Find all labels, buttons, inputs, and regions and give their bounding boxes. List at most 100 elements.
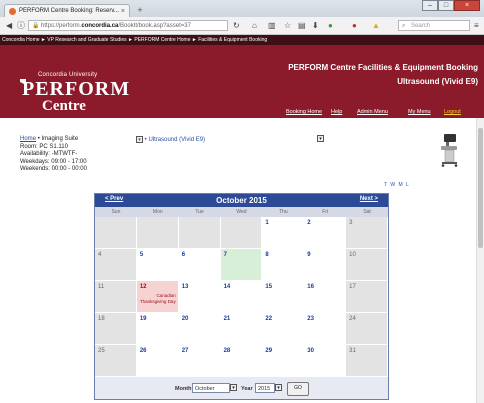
- tab-close-icon[interactable]: ×: [121, 5, 125, 17]
- day-number[interactable]: 1: [265, 220, 268, 226]
- calendar-day-cell[interactable]: 2: [304, 217, 347, 249]
- day-number[interactable]: 11: [98, 284, 104, 290]
- day-number[interactable]: 2: [307, 220, 310, 226]
- calendar-day-cell[interactable]: 16: [304, 281, 347, 313]
- calendar-day-cell[interactable]: 31: [346, 345, 388, 377]
- day-number[interactable]: 26: [140, 348, 147, 354]
- calendar-day-cell[interactable]: 25: [95, 345, 137, 377]
- day-number[interactable]: 28: [224, 348, 231, 354]
- calendar-day-cell[interactable]: 18: [95, 313, 137, 345]
- day-number[interactable]: 15: [265, 284, 272, 290]
- new-tab-button[interactable]: +: [134, 5, 146, 15]
- calendar-day-cell[interactable]: 7: [220, 249, 263, 281]
- reader-icon[interactable]: ▥: [268, 20, 276, 31]
- calendar-day-cell[interactable]: 20: [178, 313, 221, 345]
- brand-logo[interactable]: PERFORM: [22, 79, 130, 99]
- minimize-button[interactable]: –: [422, 0, 438, 11]
- day-number[interactable]: 25: [98, 348, 105, 354]
- day-number[interactable]: 13: [182, 284, 189, 290]
- calendar-day-cell[interactable]: 17: [346, 281, 388, 313]
- day-number[interactable]: 19: [140, 316, 147, 322]
- resource-name[interactable]: Ultrasound (Vivid E9): [148, 137, 205, 143]
- nav-help[interactable]: Help: [331, 109, 342, 115]
- day-number[interactable]: 20: [182, 316, 189, 322]
- day-number[interactable]: 29: [265, 348, 272, 354]
- reload-icon[interactable]: ↻: [233, 20, 240, 31]
- home-link[interactable]: Home: [20, 136, 36, 142]
- calendar-day-cell[interactable]: 9: [304, 249, 347, 281]
- month-select[interactable]: October: [192, 383, 230, 393]
- day-number[interactable]: 12: [140, 284, 147, 290]
- address-bar[interactable]: 🔒 https://perform.concordia.ca/BookIt/bo…: [28, 20, 228, 31]
- day-number[interactable]: 17: [349, 284, 356, 290]
- resource-selector[interactable]: ▾ • Ultrasound (Vivid E9): [136, 136, 205, 143]
- nav-logout[interactable]: Logout: [444, 109, 461, 115]
- scrollbar-thumb[interactable]: [478, 128, 483, 248]
- calendar-day-cell[interactable]: 21: [220, 313, 263, 345]
- next-month-link[interactable]: Next >: [360, 196, 378, 202]
- browser-tab[interactable]: PERFORM Centre Booking: Reserv... ×: [4, 4, 130, 17]
- calendar-day-cell[interactable]: 10: [346, 249, 388, 281]
- day-number[interactable]: 6: [182, 252, 185, 258]
- dropdown-arrow-icon[interactable]: ▾: [136, 136, 143, 143]
- go-button[interactable]: GO: [287, 382, 309, 396]
- close-window-button[interactable]: ×: [454, 0, 480, 11]
- nav-admin-menu[interactable]: Admin Menu: [357, 109, 388, 115]
- day-number[interactable]: 8: [265, 252, 268, 258]
- day-number[interactable]: 30: [307, 348, 314, 354]
- day-number[interactable]: 21: [224, 316, 231, 322]
- calendar-day-cell[interactable]: 12 Canadian Thanksgiving Day: [136, 281, 179, 313]
- day-number[interactable]: 7: [224, 252, 227, 258]
- day-number[interactable]: 24: [349, 316, 356, 322]
- day-number[interactable]: 23: [307, 316, 314, 322]
- year-dropdown-icon[interactable]: ▾: [275, 384, 282, 391]
- day-number[interactable]: 18: [98, 316, 105, 322]
- calendar-day-cell[interactable]: 13: [178, 281, 221, 313]
- back-icon[interactable]: ◀: [6, 20, 12, 31]
- maximize-button[interactable]: □: [438, 0, 454, 11]
- calendar-day-cell[interactable]: 22: [262, 313, 305, 345]
- home-icon[interactable]: ⌂: [252, 20, 257, 31]
- day-number[interactable]: 4: [98, 252, 101, 258]
- calendar-day-cell[interactable]: 28: [220, 345, 263, 377]
- day-number[interactable]: 16: [307, 284, 314, 290]
- day-number[interactable]: 14: [224, 284, 231, 290]
- nav-my-menu[interactable]: My Menu: [408, 109, 431, 115]
- library-icon[interactable]: ▤: [298, 20, 306, 31]
- calendar-day-cell[interactable]: 8: [262, 249, 305, 281]
- calendar-day-cell[interactable]: 1: [262, 217, 305, 249]
- day-number[interactable]: 3: [349, 220, 352, 226]
- calendar-day-cell[interactable]: 27: [178, 345, 221, 377]
- bookmark-star-icon[interactable]: ☆: [284, 20, 291, 31]
- warning-icon[interactable]: ▲: [372, 20, 380, 31]
- day-number[interactable]: 22: [265, 316, 272, 322]
- calendar-day-cell[interactable]: 23: [304, 313, 347, 345]
- calendar-day-cell[interactable]: 26: [136, 345, 179, 377]
- secondary-dropdown[interactable]: ▾: [317, 135, 324, 142]
- calendar-day-cell[interactable]: 24: [346, 313, 388, 345]
- search-input[interactable]: ⌕ Search: [398, 20, 470, 31]
- info-icon[interactable]: ⓘ: [17, 20, 25, 31]
- nav-booking-home[interactable]: Booking Home: [286, 109, 322, 115]
- month-dropdown-icon[interactable]: ▾: [230, 384, 237, 391]
- calendar-day-cell[interactable]: 5: [136, 249, 179, 281]
- page-scrollbar[interactable]: [476, 118, 484, 403]
- calendar-day-cell[interactable]: 11: [95, 281, 137, 313]
- day-number[interactable]: 27: [182, 348, 189, 354]
- day-number[interactable]: 31: [349, 348, 356, 354]
- extension-icon[interactable]: ●: [328, 20, 333, 31]
- view-toggle-icons[interactable]: T W M L: [384, 182, 410, 188]
- addon-icon[interactable]: ●: [352, 20, 357, 31]
- day-number[interactable]: 5: [140, 252, 143, 258]
- calendar-day-cell[interactable]: 15: [262, 281, 305, 313]
- year-select[interactable]: 2015: [255, 383, 275, 393]
- calendar-day-cell[interactable]: 4: [95, 249, 137, 281]
- calendar-day-cell[interactable]: 19: [136, 313, 179, 345]
- calendar-day-cell[interactable]: 30: [304, 345, 347, 377]
- calendar-day-cell[interactable]: 29: [262, 345, 305, 377]
- breadcrumb[interactable]: Concordia Home ► VP Research and Graduat…: [0, 35, 484, 45]
- calendar-day-cell[interactable]: 6: [178, 249, 221, 281]
- day-number[interactable]: 10: [349, 252, 356, 258]
- day-number[interactable]: 9: [307, 252, 310, 258]
- calendar-day-cell[interactable]: 3: [346, 217, 388, 249]
